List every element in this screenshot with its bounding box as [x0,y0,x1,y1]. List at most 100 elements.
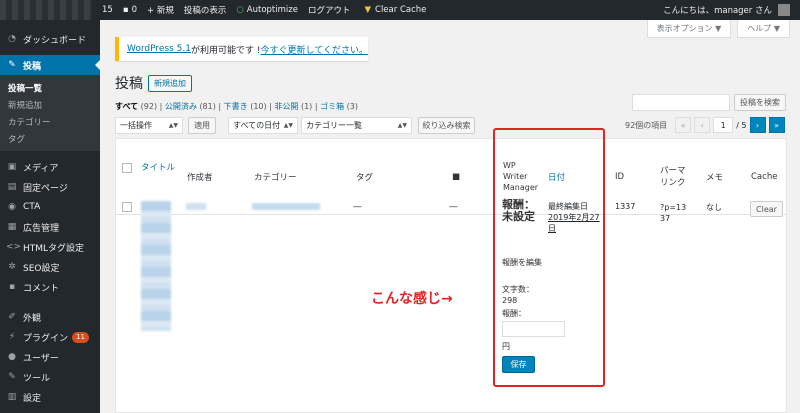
apply-button[interactable]: 適用 [188,117,216,134]
updates-item[interactable]: 15 [102,5,113,15]
submenu-add-new[interactable]: 新規追加 [0,96,100,113]
submenu-all-posts[interactable]: 投稿一覧 [0,79,100,96]
plugin-icon: ⚡ [8,332,16,342]
total-pages: / 5 [736,120,747,130]
separator: | [314,102,318,111]
comments-count: 0 [131,5,138,15]
author-blurred[interactable] [186,203,206,210]
clear-cache-button[interactable]: Clear [750,201,783,217]
menu-label: ツール [23,373,51,384]
site-name-blurred[interactable] [0,0,92,20]
menu-users[interactable]: ● ユーザー [0,347,100,367]
submenu-categories[interactable]: カテゴリー [0,113,100,130]
post-title-blurred[interactable] [141,201,171,331]
logout-item[interactable]: ログアウト [308,4,351,16]
select-all-checkbox[interactable] [122,163,132,173]
add-new-button[interactable]: 新規追加 [148,75,192,92]
menu-comments[interactable]: ▪ コメント [0,277,100,297]
menu-label: SEO設定 [23,263,60,274]
menu-appearance[interactable]: ✐ 外観 [0,307,100,327]
ads-icon: ▦ [7,222,17,232]
pagination: 92個の項目 « ‹ 1 / 5 › » [625,117,785,133]
submenu-tags[interactable]: タグ [0,130,100,147]
filter-count: (3) [346,102,358,111]
screen-meta-links: 表示オプション ▼ ヘルプ ▼ [646,20,790,38]
brush-icon: ✐ [8,312,16,322]
menu-label: ユーザー [23,353,59,364]
last-page-button[interactable]: » [768,117,785,133]
media-icon: ▣ [7,162,17,172]
current-page-input[interactable]: 1 [713,117,734,133]
menu-ads[interactable]: ▦ 広告管理 [0,217,100,237]
new-content-item[interactable]: + 新規 [147,4,174,16]
menu-label: 投稿 [23,61,42,72]
clear-cache-item[interactable]: ▼ Clear Cache [364,5,426,15]
user-icon: ● [8,352,16,362]
menu-label: HTMLタグ設定 [23,243,85,254]
gear-icon: ✲ [8,262,16,272]
pages-icon: ▤ [7,182,17,192]
menu-pages[interactable]: ▤ 固定ページ [0,177,100,197]
chevron-updown-icon: ▲▼ [283,122,293,129]
menu-label: CTA [23,202,41,212]
autoptimize-item[interactable]: ○ Autoptimize [236,5,298,15]
menu-label: プラグイン [23,333,69,344]
separator: | [159,102,163,111]
wp-version-link[interactable]: WordPress 5.1 [127,44,191,54]
code-icon: <> [6,242,22,252]
permalink-value: ?p=1337 [660,203,687,223]
menu-cta[interactable]: ◉ CTA [0,197,100,217]
admin-bar: 15 ▪ 0 + 新規 投稿の表示 ○ Autoptimize ログアウト ▼ Cle… [0,0,800,20]
prev-page-button[interactable]: ‹ [694,117,711,133]
status-circle-icon: ○ [236,5,244,15]
search-input[interactable] [632,94,730,111]
date-filter-select[interactable]: すべての日付 ▲▼ [228,117,298,134]
row-checkbox[interactable] [122,202,132,212]
category-filter-select[interactable]: カテゴリー一覧 ▲▼ [301,117,412,134]
updates-count: 15 [102,5,113,15]
filter-trash[interactable]: ゴミ箱 [320,102,344,111]
update-notice: WordPress 5.1 が利用可能です ! 今すぐ更新してください。 [115,37,368,61]
menu-posts[interactable]: ✎ 投稿 [0,55,100,75]
memo-value: なし [706,203,722,212]
greeting-text: こんにちは、manager さん [663,6,772,16]
column-title[interactable]: タイトル [141,129,175,204]
update-now-link[interactable]: 今すぐ更新してください。 [260,43,367,56]
autoptimize-label: Autoptimize [246,5,298,15]
filter-published[interactable]: 公開済み [165,102,197,111]
menu-dashboard[interactable]: ◔ ダッシュボード [0,29,100,49]
items-count: 92個の項目 [625,120,668,130]
menu-seo[interactable]: ✲ SEO設定 [0,257,100,277]
cache-icon: ▼ [364,5,372,15]
next-page-button[interactable]: › [749,117,766,133]
wrench-icon: ✎ [8,372,16,382]
cta-icon: ◉ [8,202,16,212]
menu-settings[interactable]: ▥ 設定 [0,387,100,407]
my-account[interactable]: こんにちは、manager さん [663,0,790,20]
filter-count: (81) [199,102,216,111]
category-blurred[interactable] [252,203,320,210]
filter-button[interactable]: 絞り込み検索 [418,117,475,134]
posts-icon: ✎ [8,60,16,70]
filter-all[interactable]: すべて [115,102,138,111]
view-posts-item[interactable]: 投稿の表示 [184,4,227,16]
menu-label: 広告管理 [23,223,60,234]
clear-cache-label: Clear Cache [375,5,427,15]
search-posts-button[interactable]: 投稿を検索 [734,94,786,111]
comments-item[interactable]: ▪ 0 [123,5,137,15]
first-page-button[interactable]: « [675,117,692,133]
filter-draft[interactable]: 下書き [224,102,248,111]
menu-plugins[interactable]: ⚡ プラグイン 11 [0,327,100,347]
menu-media[interactable]: ▣ メディア [0,157,100,177]
comment-icon: ■ [452,171,461,182]
menu-tools[interactable]: ✎ ツール [0,367,100,387]
tags-value: — [353,202,362,212]
screen-options-tab[interactable]: 表示オプション ▼ [646,20,732,38]
separator: | [218,102,222,111]
chevron-updown-icon: ▲▼ [397,122,407,129]
posts-table: タイトル 作成者 カテゴリー タグ ■ WP Writer Manager 日付… [115,138,787,413]
menu-html-tags[interactable]: <> HTMLタグ設定 [0,237,100,257]
filter-private[interactable]: 非公開 [274,102,298,111]
help-tab[interactable]: ヘルプ ▼ [737,20,790,38]
menu-label: 外観 [23,313,42,324]
